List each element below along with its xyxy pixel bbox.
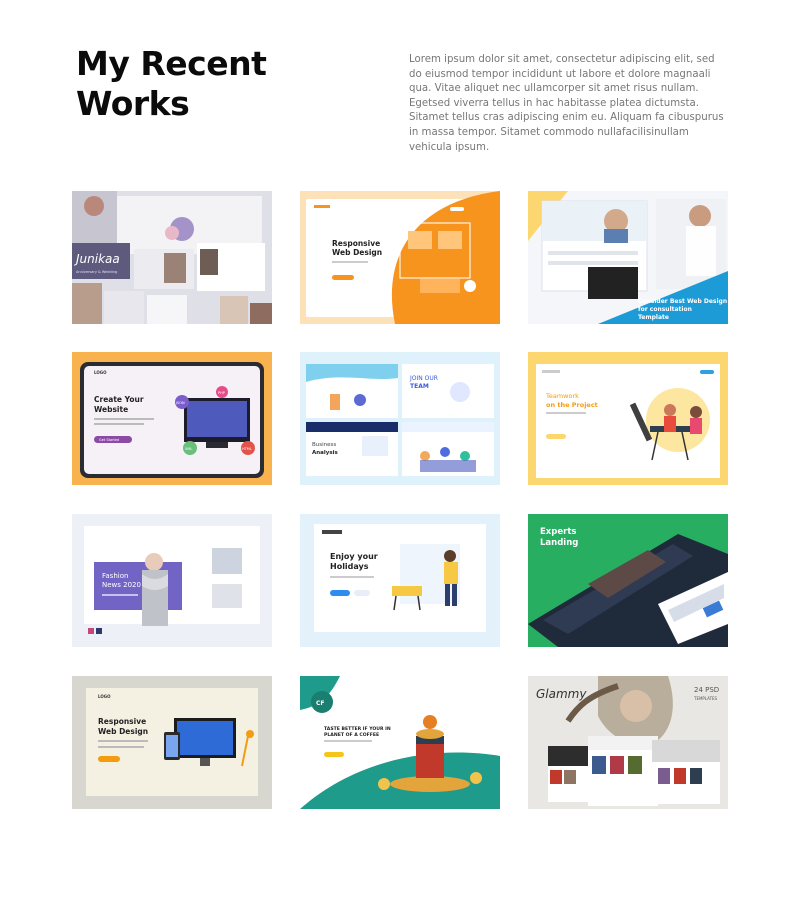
work-card-wedding[interactable]: Junikaa Anniversary & Wedding [72, 191, 272, 324]
teamwork-thumbnail: Teamwork on the Project [528, 352, 728, 485]
work-card-consultation[interactable]: Consider Best Web Design for consultatio… [528, 191, 728, 324]
title-line-1: My Recent [76, 44, 267, 83]
responsive-desk-heading-1: Responsive [98, 717, 146, 726]
experts-heading-2: Landing [540, 538, 578, 548]
responsive-desk-heading-2: Web Design [98, 727, 148, 736]
responsive-orange-heading-2: Web Design [332, 248, 382, 257]
glammy-psd: 24 PSD [694, 686, 719, 694]
team-analysis-text: Analysis [312, 450, 339, 456]
create-website-badge-xml: XML [185, 447, 192, 451]
work-card-glammy[interactable]: Glammy 24 PSD TEMPLATES [528, 676, 728, 809]
page-title: My Recent Works [76, 44, 336, 124]
coffee-line-2: PLANET OF A COFFEE [324, 732, 379, 738]
work-card-responsive-desk[interactable]: LOGO Responsive Web Design [72, 676, 272, 809]
work-card-responsive-orange[interactable]: Responsive Web Design [300, 191, 500, 324]
team-business-thumbnail: JOIN OUR TEAM Business Analysis [300, 352, 500, 485]
create-website-badge-json: JSON [175, 401, 185, 405]
work-card-experts[interactable]: Experts Landing [528, 514, 728, 647]
create-website-heading-1: Create Your [94, 395, 144, 404]
team-business-text: Business [312, 442, 336, 448]
team-team-text: TEAM [410, 383, 429, 390]
wedding-brand: Junikaa [74, 252, 120, 266]
create-website-button: Get Started [99, 438, 119, 442]
consultation-line-2: for consultation [638, 306, 692, 313]
responsive-orange-heading-1: Responsive [332, 239, 380, 248]
create-website-logo: LOGO [94, 370, 107, 375]
work-card-teamwork[interactable]: Teamwork on the Project [528, 352, 728, 485]
glammy-thumbnail: Glammy 24 PSD TEMPLATES [528, 676, 728, 809]
work-card-create-website[interactable]: LOGO Create Your Website Get Started JSO… [72, 352, 272, 485]
wedding-sub: Anniversary & Wedding [76, 270, 117, 274]
coffee-line-1: TASTE BETTER IF YOUR IN [324, 726, 391, 732]
coffee-logo: CF [316, 700, 325, 707]
title-line-2: Works [76, 84, 190, 123]
create-website-badge-html: HTML [242, 447, 252, 451]
work-card-holidays[interactable]: Enjoy your Holidays [300, 514, 500, 647]
fashion-heading-1: Fashion [102, 572, 128, 580]
experts-thumbnail: Experts Landing [528, 514, 728, 647]
team-join-text: JOIN OUR [409, 375, 438, 382]
teamwork-heading-2: on the Project [546, 401, 598, 409]
glammy-templates: TEMPLATES [693, 696, 718, 701]
teamwork-heading-1: Teamwork [545, 392, 579, 400]
holidays-thumbnail: Enjoy your Holidays [300, 514, 500, 647]
work-card-fashion[interactable]: Fashion News 2020 [72, 514, 272, 647]
create-website-badge-php: PHP [218, 391, 225, 395]
responsive-desk-logo: LOGO [98, 694, 111, 699]
responsive-desk-thumbnail: LOGO Responsive Web Design [72, 676, 272, 809]
fashion-heading-2: News 2020 [102, 581, 141, 589]
consultation-line-1: Consider Best Web Design [638, 298, 727, 305]
work-card-team-business[interactable]: JOIN OUR TEAM Business Analysis [300, 352, 500, 485]
fashion-thumbnail: Fashion News 2020 [72, 514, 272, 647]
consultation-line-3: Template [638, 314, 669, 321]
glammy-brand: Glammy [536, 687, 587, 701]
create-website-thumbnail: LOGO Create Your Website Get Started JSO… [72, 352, 272, 485]
work-card-coffee[interactable]: CF TASTE BETTER IF YOUR IN PLANET OF A C… [300, 676, 500, 809]
create-website-heading-2: Website [94, 405, 128, 414]
experts-heading-1: Experts [540, 527, 576, 537]
coffee-thumbnail: CF TASTE BETTER IF YOUR IN PLANET OF A C… [300, 676, 500, 809]
wedding-thumbnail: Junikaa Anniversary & Wedding [72, 191, 272, 324]
holidays-heading-2: Holidays [330, 562, 369, 571]
intro-paragraph: Lorem ipsum dolor sit amet, consectetur … [409, 54, 724, 153]
responsive-orange-thumbnail: Responsive Web Design [300, 191, 500, 324]
holidays-heading-1: Enjoy your [330, 552, 378, 561]
consultation-thumbnail: Consider Best Web Design for consultatio… [528, 191, 728, 324]
